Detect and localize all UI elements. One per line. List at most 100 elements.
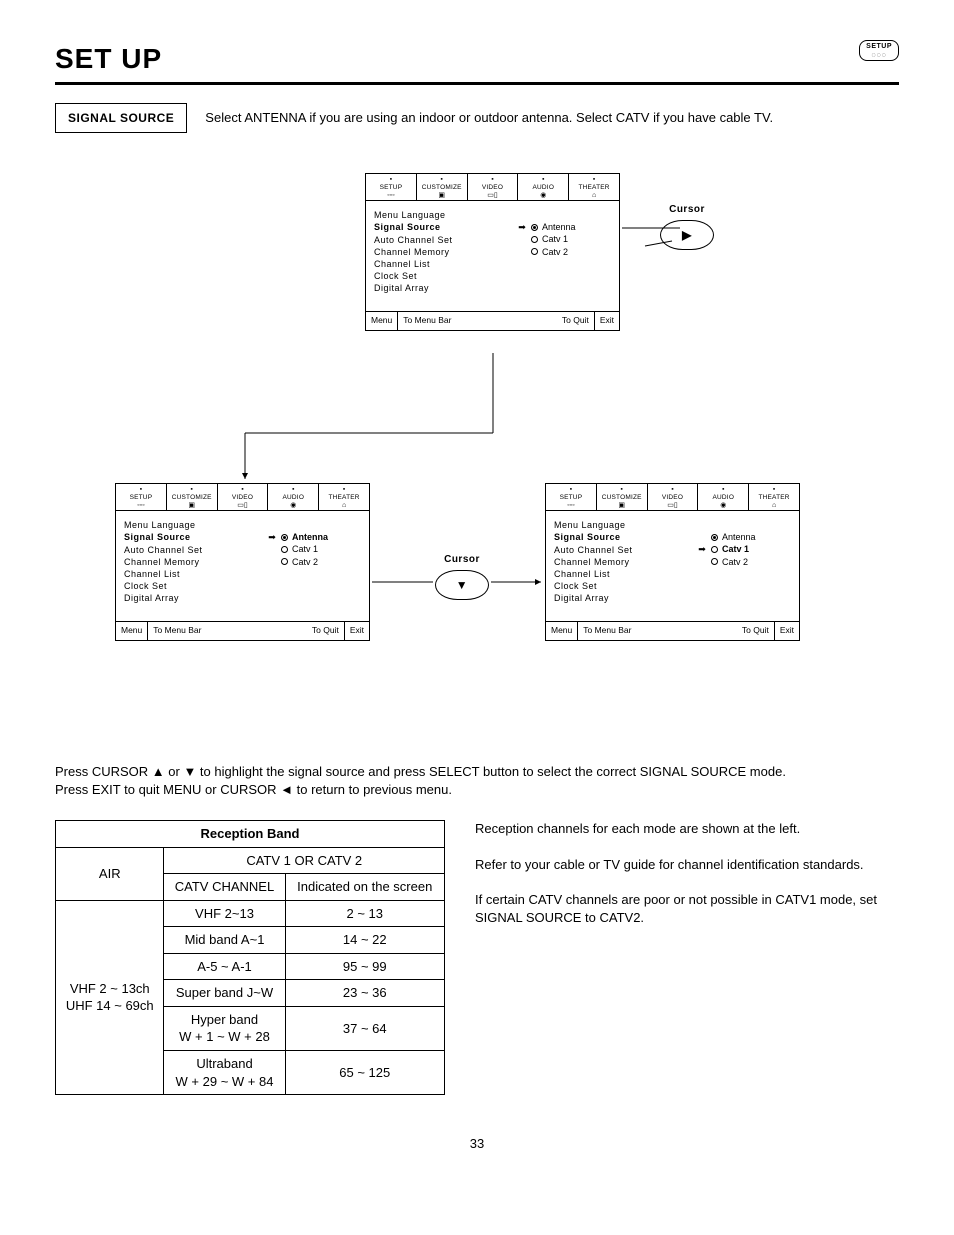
table-cell: 37 ~ 64 [285, 1006, 444, 1050]
osd-tab: ▪VIDEO▭▯ [468, 174, 519, 200]
setup-badge: SETUP ◌◌◌ [859, 40, 899, 61]
osd-tab: ▪CUSTOMIZE▣ [417, 174, 468, 200]
arrow-right-icon: ➡ [268, 531, 276, 543]
footer-exit: Exit [344, 622, 369, 639]
osd-tab: ▪AUDIO◉ [698, 484, 749, 510]
radio-empty-icon [281, 558, 288, 565]
table-cell: 23 ~ 36 [285, 980, 444, 1007]
menu-item: Auto Channel Set [124, 544, 267, 556]
col-catv-channel: CATV CHANNEL [164, 874, 285, 901]
cursor-right-button: ▶ [660, 220, 714, 250]
cursor-down-button: ▼ [435, 570, 489, 600]
signal-source-description: Select ANTENNA if you are using an indoo… [205, 109, 773, 127]
col-catv-group: CATV 1 OR CATV 2 [164, 847, 445, 874]
table-cell: 14 ~ 22 [285, 927, 444, 954]
radio-empty-icon [531, 236, 538, 243]
menu-item: Clock Set [124, 580, 267, 592]
osd-screen-bottom-left: ▪SETUP◦◦◦ ▪CUSTOMIZE▣ ▪VIDEO▭▯ ▪AUDIO◉ ▪… [115, 483, 370, 641]
note-3: If certain CATV channels are poor or not… [475, 891, 899, 926]
air-cell: VHF 2 ~ 13ch UHF 14 ~ 69ch [56, 900, 164, 1094]
cursor-label-down: Cursor ▼ [435, 553, 489, 601]
instructions-block: Press CURSOR ▲ or ▼ to highlight the sig… [55, 763, 899, 798]
table-cell: 2 ~ 13 [285, 900, 444, 927]
table-cell: Hyper band W + 1 ~ W + 28 [164, 1006, 285, 1050]
osd-tab: ▪AUDIO◉ [518, 174, 569, 200]
osd-tab: ▪SETUP◦◦◦ [116, 484, 167, 510]
menu-item: Digital Array [374, 282, 517, 294]
radio-empty-icon [531, 248, 538, 255]
option-antenna: Antenna [711, 531, 791, 543]
radio-empty-icon [281, 546, 288, 553]
menu-item: Clock Set [554, 580, 697, 592]
footer-menu: Menu [116, 622, 147, 639]
footer-exit: Exit [774, 622, 799, 639]
table-cell: Ultraband W + 29 ~ W + 84 [164, 1051, 285, 1095]
option-catv2: Catv 2 [281, 556, 361, 568]
col-indicated: Indicated on the screen [285, 874, 444, 901]
osd-tab: ▪THEATER⌂ [319, 484, 369, 510]
menu-item: Auto Channel Set [374, 234, 517, 246]
menu-item: Channel Memory [374, 246, 517, 258]
table-title: Reception Band [56, 821, 445, 848]
menu-item: Channel List [374, 258, 517, 270]
reception-notes: Reception channels for each mode are sho… [475, 820, 899, 944]
osd-tab: ▪CUSTOMIZE▣ [167, 484, 218, 510]
option-catv2: Catv 2 [711, 556, 791, 568]
footer-to-quit: To Quit [307, 622, 344, 639]
menu-item: Channel List [124, 568, 267, 580]
menu-item-selected: Signal Source [554, 531, 697, 543]
menu-item: Auto Channel Set [554, 544, 697, 556]
footer-to-quit: To Quit [557, 312, 594, 329]
footer-to-menu-bar: To Menu Bar [577, 622, 636, 639]
menu-item: Menu Language [554, 519, 697, 531]
badge-icon: ◌◌◌ [871, 52, 886, 59]
menu-item: Clock Set [374, 270, 517, 282]
note-2: Refer to your cable or TV guide for chan… [475, 856, 899, 874]
osd-screen-top: ▪SETUP◦◦◦ ▪CUSTOMIZE▣ ▪VIDEO▭▯ ▪AUDIO◉ ▪… [365, 173, 620, 331]
radio-empty-icon [711, 558, 718, 565]
osd-tab: ▪CUSTOMIZE▣ [597, 484, 648, 510]
menu-item: Channel Memory [554, 556, 697, 568]
note-1: Reception channels for each mode are sho… [475, 820, 899, 838]
setup-badge-label: SETUP [866, 43, 892, 50]
menu-item: Menu Language [374, 209, 517, 221]
diagram-area: ▪SETUP◦◦◦ ▪CUSTOMIZE▣ ▪VIDEO▭▯ ▪AUDIO◉ ▪… [55, 173, 899, 733]
osd-tab: ▪SETUP◦◦◦ [366, 174, 417, 200]
osd-tab: ▪THEATER⌂ [569, 174, 619, 200]
page-number: 33 [55, 1135, 899, 1153]
arrow-right-icon: ➡ [518, 221, 526, 233]
menu-item: Digital Array [124, 592, 267, 604]
table-cell: A-5 ~ A-1 [164, 953, 285, 980]
menu-item-selected: Signal Source [374, 221, 517, 233]
option-antenna: Antenna [531, 221, 611, 233]
menu-item-selected: Signal Source [124, 531, 267, 543]
footer-exit: Exit [594, 312, 619, 329]
footer-to-quit: To Quit [737, 622, 774, 639]
osd-tab: ▪AUDIO◉ [268, 484, 319, 510]
option-antenna: Antenna [281, 531, 361, 543]
reception-band-table: Reception Band AIR CATV 1 OR CATV 2 CATV… [55, 820, 445, 1095]
option-catv2: Catv 2 [531, 246, 611, 258]
footer-menu: Menu [546, 622, 577, 639]
option-catv1: Catv 1 [281, 543, 361, 555]
osd-tab: ▪VIDEO▭▯ [648, 484, 699, 510]
osd-tab: ▪VIDEO▭▯ [218, 484, 269, 510]
osd-tab: ▪THEATER⌂ [749, 484, 799, 510]
signal-source-label: SIGNAL SOURCE [55, 103, 187, 133]
table-cell: VHF 2~13 [164, 900, 285, 927]
cursor-label-right: Cursor ▶ [660, 203, 714, 251]
footer-menu: Menu [366, 312, 397, 329]
col-air: AIR [56, 847, 164, 900]
instruction-line-2: Press EXIT to quit MENU or CURSOR ◄ to r… [55, 781, 899, 799]
radio-filled-icon [281, 534, 288, 541]
radio-filled-icon [711, 534, 718, 541]
table-cell: Super band J~W [164, 980, 285, 1007]
menu-item: Channel Memory [124, 556, 267, 568]
footer-to-menu-bar: To Menu Bar [397, 312, 456, 329]
page-title: SET UP [55, 40, 162, 78]
title-rule [55, 82, 899, 85]
table-cell: 95 ~ 99 [285, 953, 444, 980]
menu-item: Digital Array [554, 592, 697, 604]
option-catv1: Catv 1 [531, 233, 611, 245]
osd-tab: ▪SETUP◦◦◦ [546, 484, 597, 510]
